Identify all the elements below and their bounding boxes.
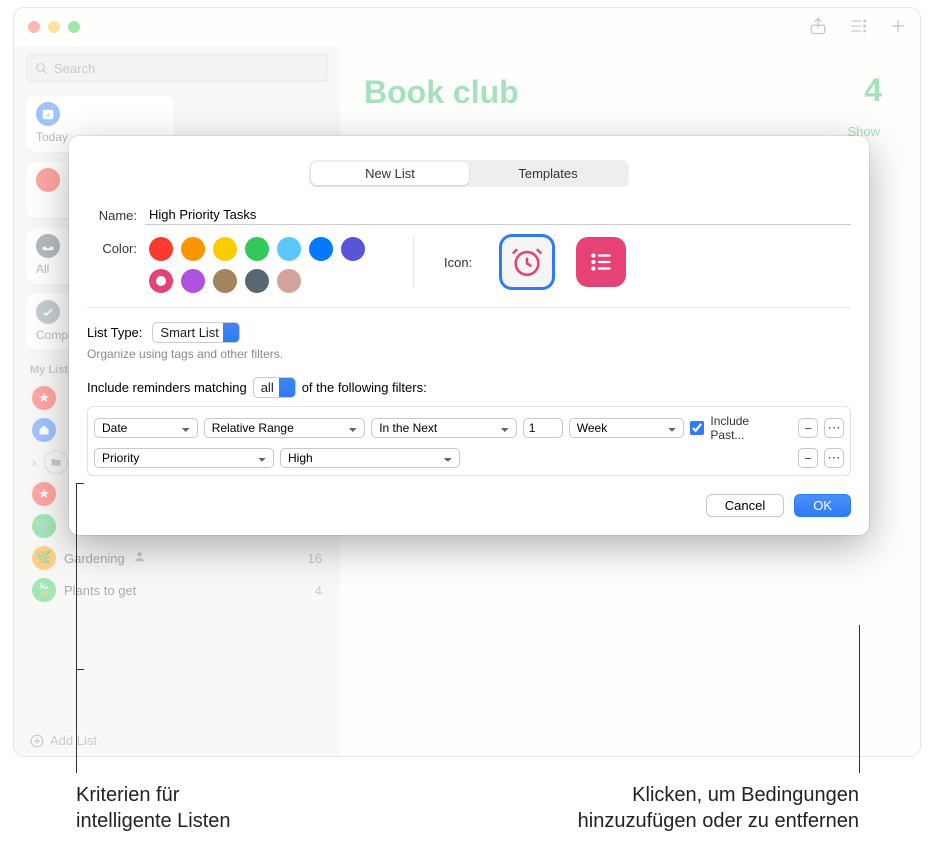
icon-choice-list[interactable]: [576, 237, 626, 287]
callout-line: [76, 669, 84, 670]
filter-row: Date Relative Range In the Next Week Inc…: [92, 411, 846, 445]
match-text-pre: Include reminders matching: [87, 380, 247, 395]
list-bullet-icon: [588, 249, 614, 275]
name-label: Name:: [87, 208, 137, 223]
list-type-select[interactable]: Smart List: [152, 322, 240, 343]
color-swatch-yellow[interactable]: [213, 237, 237, 261]
remove-filter-button[interactable]: −: [798, 418, 818, 438]
callout-line: [859, 625, 860, 773]
callout-right: Klicken, um Bedingungenhinzuzufügen oder…: [578, 782, 859, 834]
color-swatch-purple[interactable]: [341, 237, 365, 261]
color-swatch-blue[interactable]: [309, 237, 333, 261]
filter-attr-select[interactable]: Priority: [94, 448, 274, 468]
dialog-tabs: New List Templates: [309, 160, 629, 187]
color-swatch-rose[interactable]: [277, 269, 301, 293]
match-mode-select[interactable]: all: [253, 377, 296, 398]
filter-relation-select[interactable]: Relative Range: [204, 418, 366, 438]
alarm-clock-icon: [510, 245, 544, 279]
icon-label: Icon:: [444, 255, 472, 270]
icon-choice-alarm[interactable]: [502, 237, 552, 287]
filter-direction-select[interactable]: In the Next: [371, 418, 517, 438]
color-swatch-pink[interactable]: [149, 269, 173, 293]
color-swatch-orange[interactable]: [181, 237, 205, 261]
filter-attr-select[interactable]: Date: [94, 418, 198, 438]
color-swatch-violet[interactable]: [181, 269, 205, 293]
filter-row: Priority High − ⋯: [92, 445, 846, 471]
filter-number-input[interactable]: [523, 418, 563, 438]
color-swatch-lightblue[interactable]: [277, 237, 301, 261]
ok-button[interactable]: OK: [794, 494, 851, 517]
color-swatches: [149, 237, 381, 293]
include-past-checkbox[interactable]: [690, 421, 704, 435]
callout-line: [76, 483, 77, 773]
filter-unit-select[interactable]: Week: [569, 418, 685, 438]
color-swatch-gray[interactable]: [245, 269, 269, 293]
color-swatch-brown[interactable]: [213, 269, 237, 293]
color-label: Color:: [87, 241, 137, 256]
list-type-label: List Type:: [87, 325, 142, 340]
more-filter-button[interactable]: ⋯: [824, 418, 844, 438]
remove-filter-button[interactable]: −: [798, 448, 818, 468]
color-swatch-green[interactable]: [245, 237, 269, 261]
include-past-label: Include Past...: [710, 414, 786, 442]
callout-left: Kriterien fürintelligente Listen: [76, 782, 231, 834]
name-input[interactable]: [145, 205, 851, 225]
more-filter-button[interactable]: ⋯: [824, 448, 844, 468]
tab-templates[interactable]: Templates: [469, 162, 627, 185]
callout-line: [76, 483, 84, 484]
list-type-hint: Organize using tags and other filters.: [87, 347, 851, 361]
match-text-post: of the following filters:: [302, 380, 427, 395]
color-swatch-red[interactable]: [149, 237, 173, 261]
tab-new-list[interactable]: New List: [311, 162, 469, 185]
filter-value-select[interactable]: High: [280, 448, 460, 468]
new-list-dialog: New List Templates Name: Color:: [69, 136, 869, 535]
cancel-button[interactable]: Cancel: [706, 494, 784, 517]
filters-container: Date Relative Range In the Next Week Inc…: [87, 406, 851, 476]
